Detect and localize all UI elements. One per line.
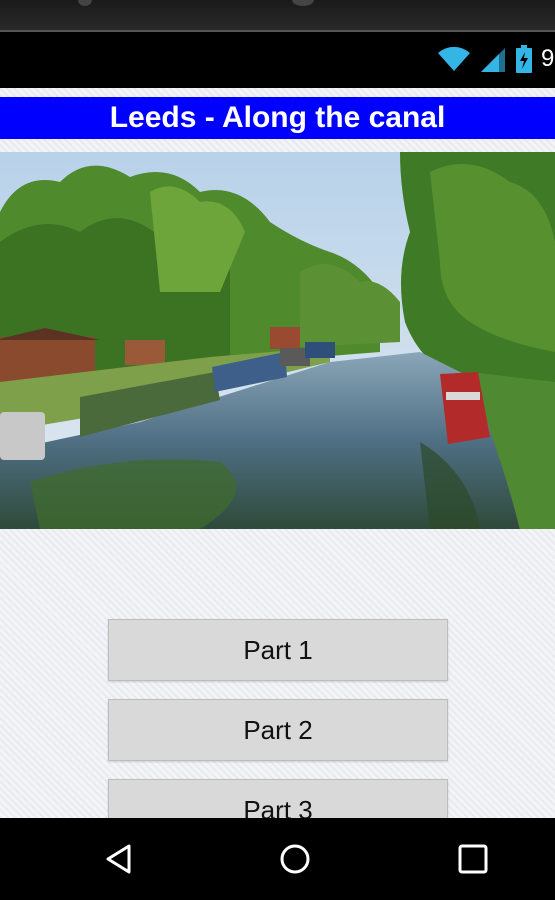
part-3-button[interactable]: Part 3 (108, 779, 448, 818)
status-icons: 9: (437, 44, 555, 74)
status-bar: 9: (0, 36, 555, 84)
sensor-right (292, 0, 314, 6)
sensor-left (78, 0, 92, 6)
home-icon[interactable] (278, 842, 312, 876)
battery-icon (515, 45, 532, 73)
device-bezel-top (0, 0, 555, 32)
status-time: 9: (540, 45, 555, 72)
bezel-divider (0, 30, 555, 32)
back-icon[interactable] (102, 842, 136, 876)
part-2-button[interactable]: Part 2 (108, 699, 448, 761)
canal-photo (0, 152, 555, 529)
cellular-signal-icon (480, 48, 505, 72)
part-1-button[interactable]: Part 1 (108, 619, 448, 681)
navigation-bar (0, 818, 555, 900)
recents-icon[interactable] (456, 842, 490, 876)
page-title: Leeds - Along the canal (0, 97, 555, 139)
wifi-icon (437, 46, 470, 71)
app-screen: Leeds - Along the canal Part 1 Part 2 Pa… (0, 88, 555, 818)
